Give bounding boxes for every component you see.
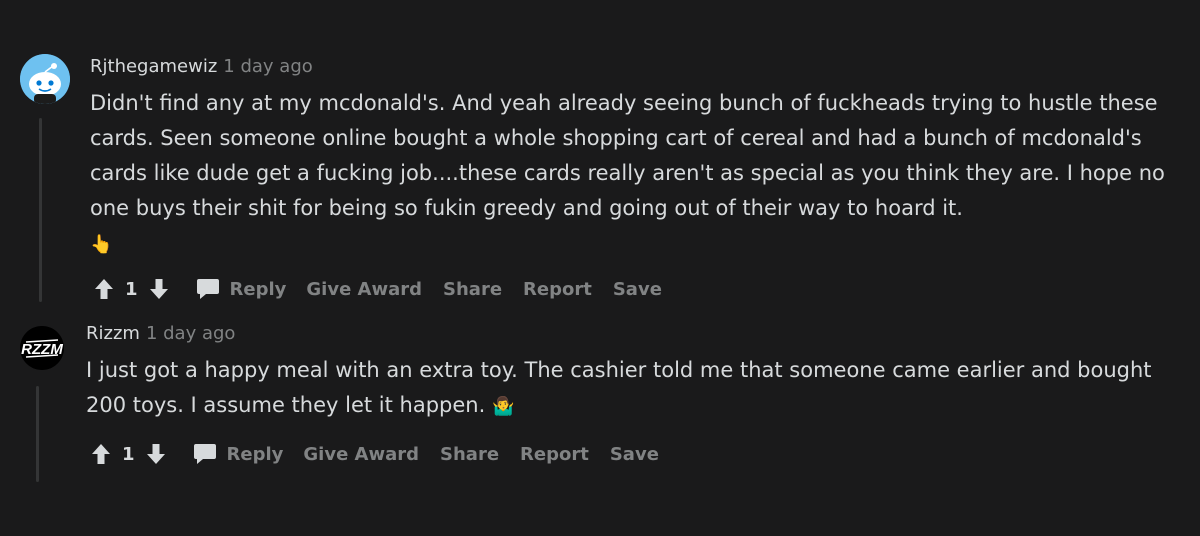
timestamp[interactable]: 1 day ago: [223, 56, 312, 77]
reply-label: Reply: [226, 443, 284, 465]
comment-text: I just got a happy meal with an extra to…: [86, 358, 1152, 417]
give-award-button[interactable]: Give Award: [306, 279, 422, 300]
person-shrugging-emoji-icon: 🤷‍♂️: [491, 395, 515, 417]
downvote-icon[interactable]: [146, 276, 172, 302]
reply-button[interactable]: Reply: [196, 277, 287, 301]
thread-line[interactable]: [39, 118, 42, 302]
author-name[interactable]: Rjthegamewiz: [90, 56, 217, 77]
reply-button[interactable]: Reply: [193, 442, 284, 466]
reply-label: Reply: [229, 278, 287, 300]
avatar[interactable]: RZZM: [20, 326, 64, 370]
comment-bubble-icon: [196, 279, 219, 299]
comment: Rjthegamewiz 1 day ago Didn't find any at…: [0, 0, 1200, 310]
comment-body: I just got a happy meal with an extra to…: [86, 353, 1166, 424]
reddit-snoo-icon: [20, 54, 70, 104]
comment-text: Didn't find any at my mcdonald's. And ye…: [90, 91, 1165, 220]
share-button[interactable]: Share: [440, 444, 499, 465]
share-button[interactable]: Share: [443, 279, 502, 300]
comment: RZZM Rizzm 1 day ago I just got a happy m…: [0, 310, 1200, 536]
comment-meta: Rjthegamewiz 1 day ago: [90, 56, 313, 77]
thread-line[interactable]: [36, 386, 39, 482]
vote-score: 1: [122, 443, 135, 465]
author-name[interactable]: Rizzm: [86, 323, 140, 344]
upvote-icon[interactable]: [91, 276, 117, 302]
downvote-icon[interactable]: [143, 441, 169, 467]
give-award-button[interactable]: Give Award: [303, 444, 419, 465]
rizzm-logo-icon: RZZM: [20, 326, 64, 370]
comment-actions: 1 Reply Give Award Share Report Save: [91, 274, 683, 304]
comment-body: Didn't find any at my mcdonald's. And ye…: [90, 86, 1170, 262]
timestamp[interactable]: 1 day ago: [146, 323, 235, 344]
pointing-hand-emoji-icon: 👆: [90, 233, 113, 255]
report-button[interactable]: Report: [523, 279, 592, 300]
comment-bubble-icon: [193, 444, 216, 464]
comment-meta: Rizzm 1 day ago: [86, 323, 235, 344]
upvote-icon[interactable]: [88, 441, 114, 467]
save-button[interactable]: Save: [610, 444, 659, 465]
report-button[interactable]: Report: [520, 444, 589, 465]
comment-actions: 1 Reply Give Award Share Report Save: [88, 439, 680, 469]
vote-score: 1: [125, 278, 138, 300]
avatar[interactable]: [20, 54, 70, 104]
save-button[interactable]: Save: [613, 279, 662, 300]
